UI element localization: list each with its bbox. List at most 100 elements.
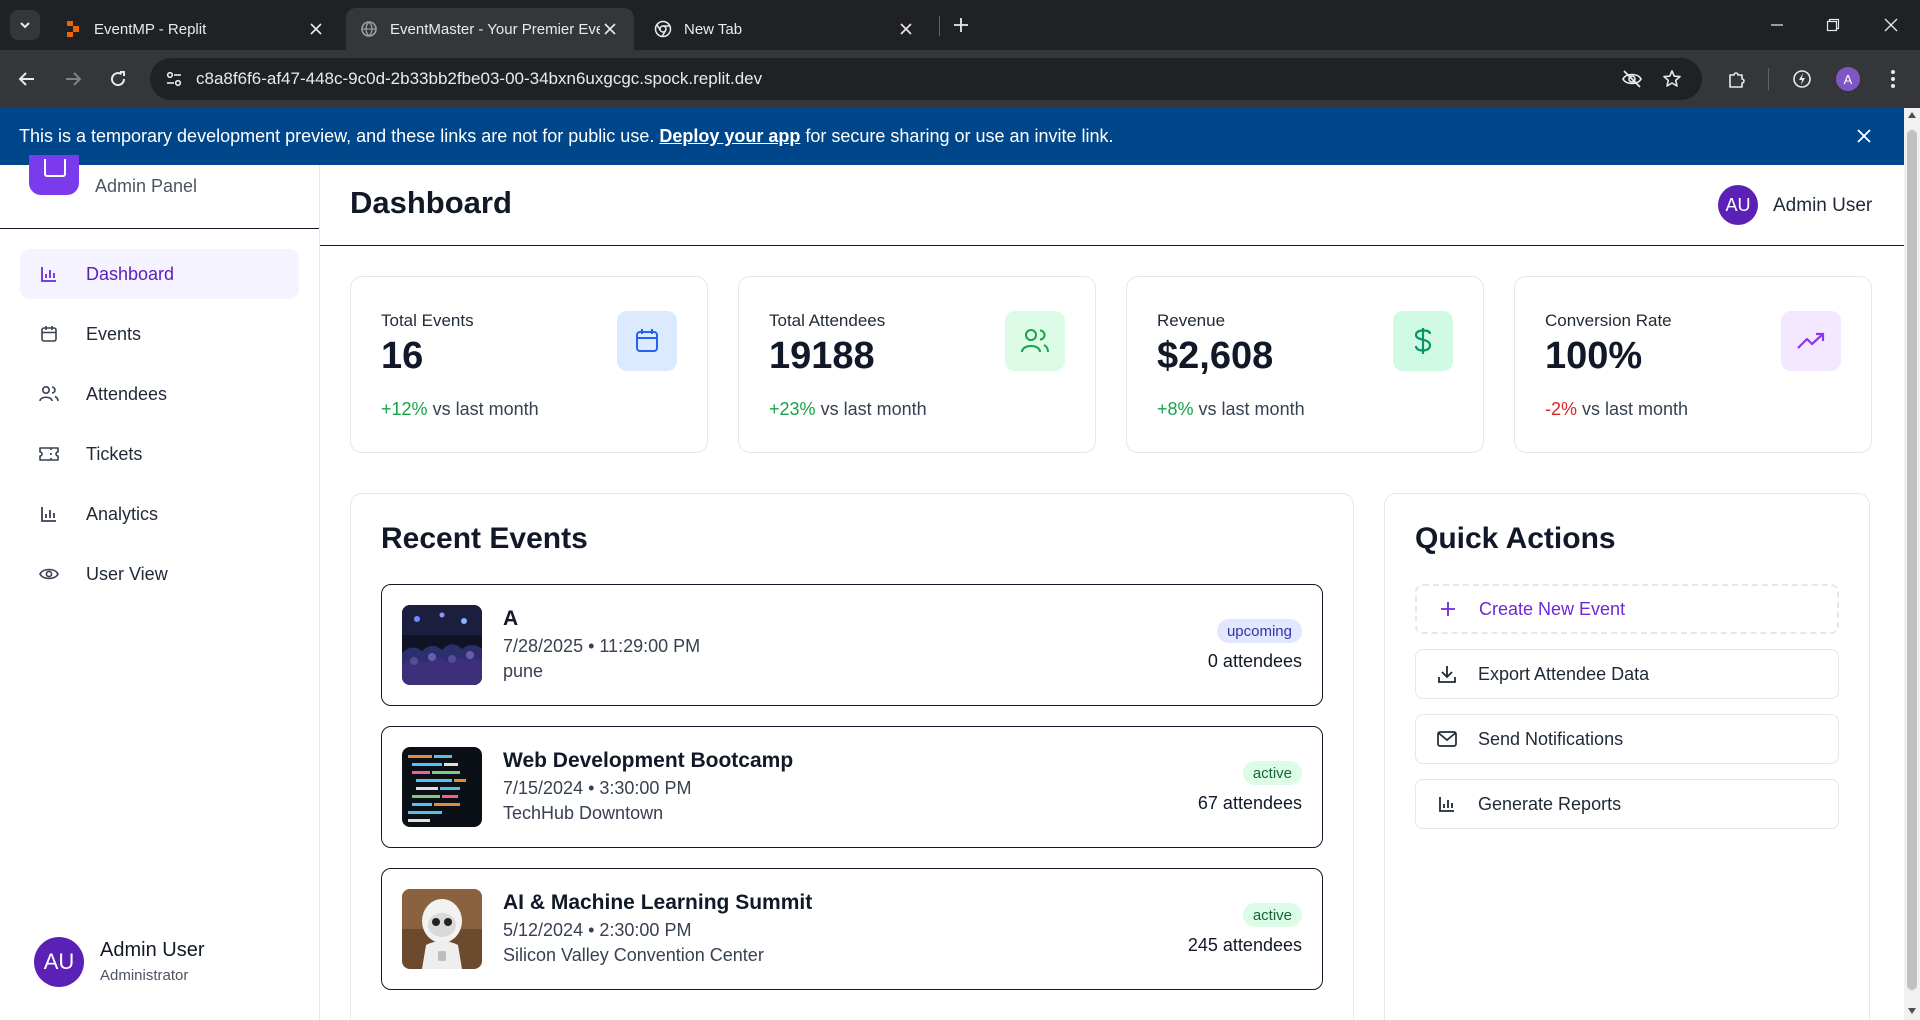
reload-button[interactable] [103,64,133,94]
performance-button[interactable] [1787,64,1817,94]
profile-button[interactable]: A [1833,64,1863,94]
tab-close-button[interactable] [306,19,326,39]
plus-icon [954,18,968,32]
event-thumbnail [402,747,482,827]
sidebar-item-attendees[interactable]: Attendees [20,369,299,419]
browser-tab-bar: EventMP - Replit EventMaster - Your Prem… [0,0,1920,50]
close-window-button[interactable] [1876,10,1906,40]
stat-change-suffix: vs last month [1582,399,1689,419]
close-icon [604,23,616,35]
stat-label: Total Events [381,311,474,330]
sidebar-item-tickets[interactable]: Tickets [20,429,299,479]
sidebar-item-label: Tickets [86,443,143,464]
kebab-menu-icon [1891,70,1895,88]
event-location: TechHub Downtown [503,803,664,823]
page-scrollbar[interactable] [1904,108,1920,1020]
site-info-button[interactable] [162,67,186,91]
minimize-button[interactable] [1762,10,1792,40]
scrollbar-thumb[interactable] [1907,130,1917,990]
app-logo [29,155,79,195]
eye-icon [38,563,60,585]
stat-card-total-events: Total Events 16 +12% vs last month [350,276,708,453]
browser-menu-button[interactable] [1878,64,1908,94]
scroll-up-arrow[interactable] [1908,112,1916,118]
banner-message: This is a temporary development preview,… [19,126,1114,147]
browser-tab[interactable]: New Tab [640,8,930,50]
extensions-button[interactable] [1722,64,1752,94]
event-title: Web Development Bootcamp [503,749,794,772]
stat-change-value: +23% [769,399,816,419]
browser-tab-active[interactable]: EventMaster - Your Premier Eve [346,8,634,50]
event-location: pune [503,661,544,681]
close-icon [900,23,912,35]
sidebar-item-user-view[interactable]: User View [20,549,299,599]
event-thumbnail [402,889,482,969]
sidebar-item-dashboard[interactable]: Dashboard [20,249,299,299]
sidebar-item-analytics[interactable]: Analytics [20,489,299,539]
event-card[interactable]: A 7/28/2025 • 11:29:00 PM pune upcoming … [381,584,1323,706]
sidebar-item-label: Events [86,323,142,344]
bookmark-button[interactable] [1660,67,1684,91]
star-icon [1663,70,1681,87]
tab-close-button[interactable] [600,19,620,39]
generate-reports-button[interactable]: Generate Reports [1415,779,1839,829]
header-user-name[interactable]: Admin User [1773,195,1872,217]
forward-button[interactable] [58,64,88,94]
create-new-event-button[interactable]: Create New Event [1415,584,1839,634]
sidebar-item-label: Dashboard [86,263,175,284]
recent-events-panel: Recent Events A 7/28/2025 • 11:29:00 PM … [350,493,1354,1020]
event-card[interactable]: Web Development Bootcamp 7/15/2024 • 3:3… [381,726,1323,848]
download-icon [1436,663,1458,685]
browser-toolbar: c8a8f6f6-af47-448c-9c0d-2b33bb2fbe03-00-… [0,50,1920,108]
event-title: A [503,607,519,630]
arrow-left-icon [18,72,34,86]
browser-tab[interactable]: EventMP - Replit [50,8,340,50]
stat-change-suffix: vs last month [820,399,927,419]
stat-label: Conversion Rate [1545,311,1672,330]
sidebar-item-label: Analytics [86,503,159,524]
new-tab-button[interactable] [948,12,974,38]
event-attendee-count: 245 attendees [1187,935,1302,955]
sidebar-user-profile[interactable]: AU Admin User Administrator [34,935,304,991]
tracking-protection-button[interactable] [1620,67,1644,91]
tab-close-button[interactable] [896,19,916,39]
close-icon [1884,18,1898,32]
tab-search-button[interactable] [10,10,40,40]
event-card[interactable]: AI & Machine Learning Summit 5/12/2024 •… [381,868,1323,990]
tab-title: EventMaster - Your Premier Eve [390,20,600,38]
quick-action-label: Export Attendee Data [1478,663,1650,684]
back-button[interactable] [12,64,42,94]
stat-label: Revenue [1157,311,1226,330]
banner-close-button[interactable] [1852,124,1876,148]
quick-action-label: Send Notifications [1478,728,1624,749]
url-text: c8a8f6f6-af47-448c-9c0d-2b33bb2fbe03-00-… [196,69,763,88]
recent-events-title: Recent Events [381,522,588,555]
event-thumbnail [402,605,482,685]
eye-off-icon [1622,70,1642,88]
restore-icon [1826,18,1840,32]
restore-button[interactable] [1818,10,1848,40]
stat-change: +12% vs last month [381,399,539,420]
sidebar-item-events[interactable]: Events [20,309,299,359]
ticket-icon [38,443,60,465]
address-bar[interactable]: c8a8f6f6-af47-448c-9c0d-2b33bb2fbe03-00-… [150,58,1702,100]
status-badge: upcoming [1216,619,1302,643]
send-notifications-button[interactable]: Send Notifications [1415,714,1839,764]
globe-icon [361,21,377,37]
bar-chart-icon [1436,793,1458,815]
sidebar-divider [0,228,319,229]
sidebar-item-label: User View [86,563,168,584]
deploy-app-link[interactable]: Deploy your app [659,126,800,146]
sidebar-nav: Dashboard Events Attendees Tickets Analy… [20,249,299,609]
scroll-down-arrow[interactable] [1908,1008,1916,1014]
speed-icon [1793,70,1811,88]
dev-preview-banner: This is a temporary development preview,… [0,108,1904,165]
event-datetime: 7/15/2024 • 3:30:00 PM [503,778,692,798]
stat-change-value: +12% [381,399,428,419]
stat-label: Total Attendees [769,311,886,330]
page-title: Dashboard [350,185,512,220]
chrome-icon [654,20,672,38]
avatar[interactable]: AU [1718,185,1758,225]
status-badge: active [1242,903,1302,927]
export-attendee-data-button[interactable]: Export Attendee Data [1415,649,1839,699]
